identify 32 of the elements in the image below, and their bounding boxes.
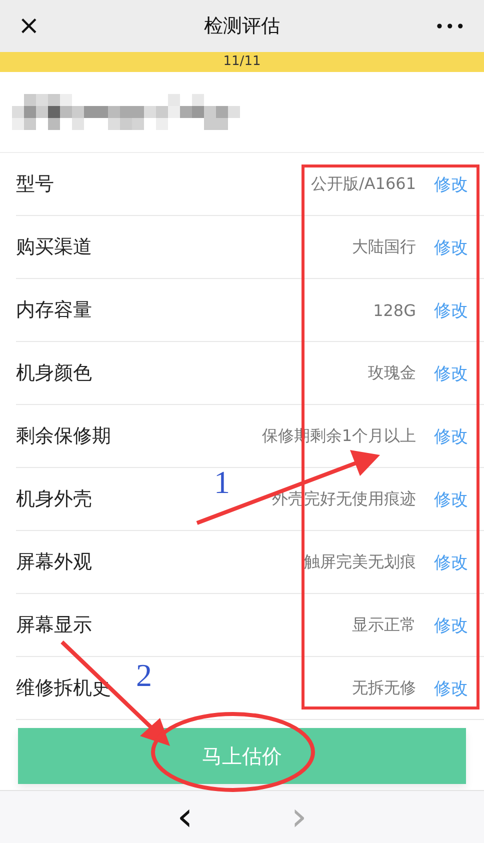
item-label: 购买渠道 (16, 235, 92, 260)
edit-link[interactable]: 修改 (434, 550, 468, 574)
close-button[interactable]: × (18, 11, 58, 41)
back-button[interactable]: ‹ (173, 797, 197, 837)
item-label: 机身外壳 (16, 487, 92, 512)
item-value: 玫瑰金 (368, 362, 416, 384)
item-label: 型号 (16, 172, 54, 197)
edit-link[interactable]: 修改 (434, 676, 468, 700)
item-value: 公开版/A1661 (310, 174, 416, 194)
edit-link[interactable]: 修改 (434, 424, 468, 448)
item-label: 屏幕显示 (16, 613, 92, 638)
page-title: 检测评估 (204, 14, 280, 39)
edit-link[interactable]: 修改 (434, 614, 468, 636)
edit-link[interactable]: 修改 (434, 488, 468, 510)
item-value: 触屏完美无划痕 (304, 552, 416, 572)
item-value: 大陆国行 (352, 236, 416, 258)
item-label: 屏幕外观 (16, 550, 92, 575)
item-label: 机身颜色 (16, 361, 92, 386)
edit-link[interactable]: 修改 (434, 362, 468, 384)
edit-link[interactable]: 修改 (434, 298, 468, 322)
item-value: 128G (373, 300, 416, 320)
item-value: 无拆无修 (352, 678, 416, 698)
estimate-button[interactable]: 马上估价 (18, 728, 466, 784)
more-button[interactable]: ••• (426, 16, 466, 36)
annotation-number: 1 (214, 464, 230, 501)
item-value: 显示正常 (352, 614, 416, 636)
item-label: 剩余保修期 (16, 424, 111, 449)
edit-link[interactable]: 修改 (434, 172, 468, 196)
edit-link[interactable]: 修改 (434, 236, 468, 258)
item-label: 内存容量 (16, 298, 92, 323)
progress-label: 11/11 (222, 53, 262, 71)
annotation-number: 2 (136, 657, 152, 694)
